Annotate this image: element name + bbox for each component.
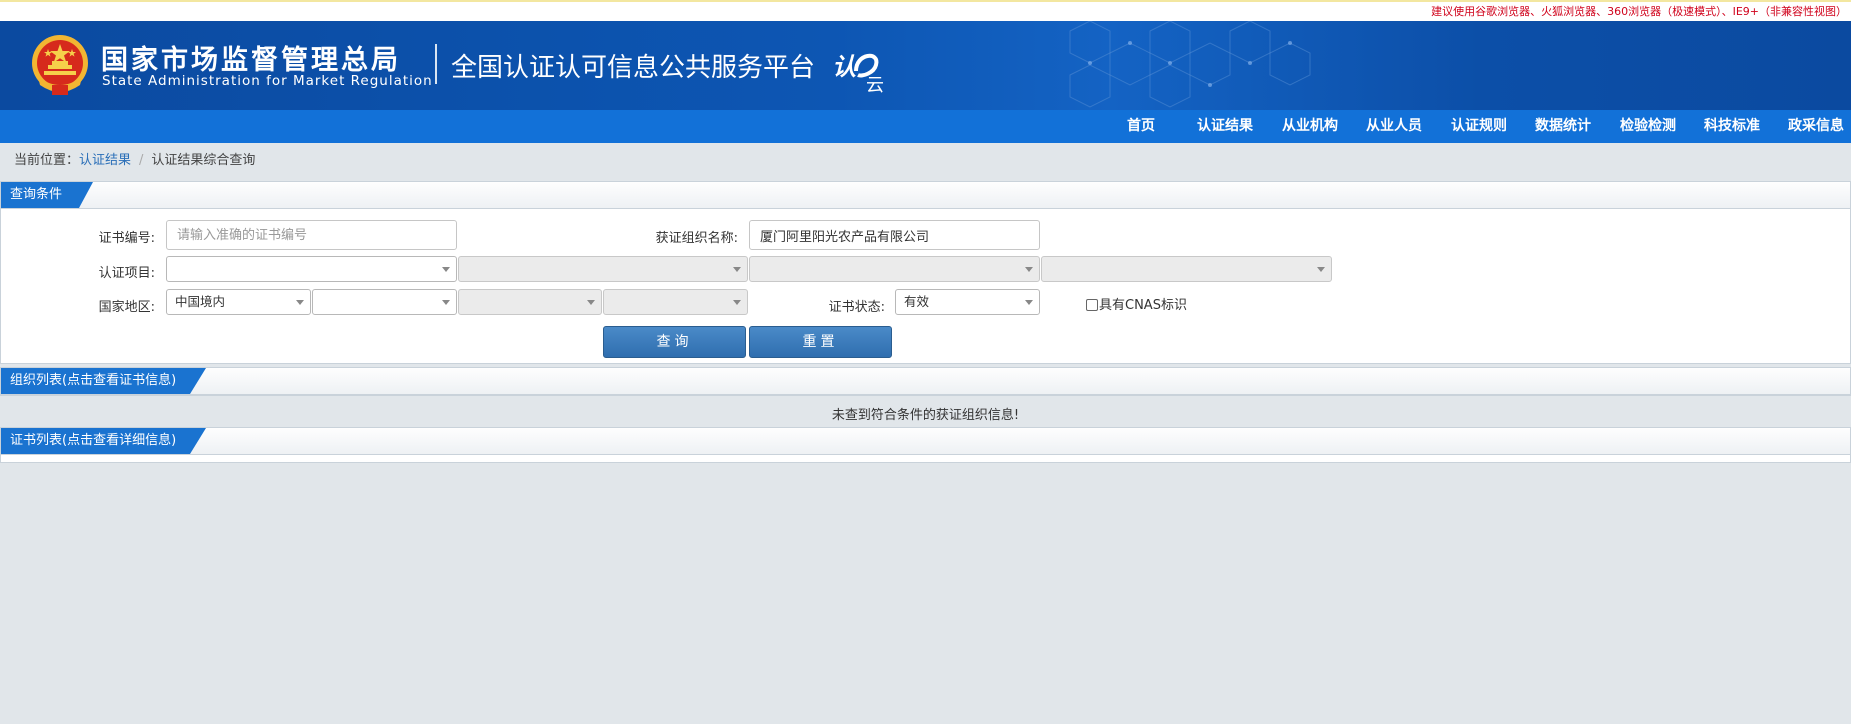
- dropdown-arrow-icon: [733, 300, 741, 305]
- org-list-panel-tab[interactable]: 组织列表(点击查看证书信息): [1, 368, 206, 394]
- main-nav: 首页 认证结果 从业机构 从业人员 认证规则 数据统计 检验检测 科技标准 政采…: [0, 110, 1851, 143]
- nav-item-inspection[interactable]: 检验检测: [1620, 110, 1676, 143]
- search-button[interactable]: 查询: [603, 326, 746, 358]
- breadcrumb-separator: /: [139, 153, 144, 168]
- cert-project-select-4[interactable]: [1041, 256, 1332, 282]
- hexagon-network-decoration: [1069, 21, 1311, 108]
- cert-project-select-1[interactable]: [166, 256, 457, 282]
- org-name-cn: 国家市场监督管理总局: [101, 45, 401, 76]
- cnas-checkbox-label: 具有CNAS标识: [1099, 298, 1187, 313]
- org-name-label: 获证组织名称:: [655, 231, 738, 246]
- region-select-country[interactable]: 中国境内: [166, 289, 311, 315]
- query-panel-tab: 查询条件: [1, 182, 93, 208]
- cert-status-label: 证书状态:: [828, 300, 885, 315]
- cert-list-panel-title: 证书列表(点击查看详细信息): [10, 433, 177, 448]
- cert-no-label: 证书编号:: [98, 231, 155, 246]
- cert-list-panel-header: 证书列表(点击查看详细信息): [1, 428, 1850, 455]
- cert-project-select-3[interactable]: [749, 256, 1040, 282]
- region-label: 国家地区:: [98, 300, 155, 315]
- platform-title: 全国认证认可信息公共服务平台: [451, 53, 816, 83]
- query-panel: 查询条件 证书编号: 获证组织名称: 认证项目: 国家地区: 中国境内 证书状态…: [0, 181, 1851, 364]
- org-name-en: State Administration for Market Regulati…: [102, 73, 433, 89]
- breadcrumb-prefix: 当前位置：: [14, 153, 80, 168]
- cert-no-input[interactable]: [166, 220, 457, 250]
- renyun-brand-logo: 认 云: [832, 53, 884, 93]
- browser-notice-text: 建议使用谷歌浏览器、火狐浏览器、360浏览器（极速模式）、IE9+（非兼容性视图…: [1431, 5, 1847, 18]
- cnas-checkbox[interactable]: 具有CNAS标识: [1086, 294, 1187, 313]
- cert-project-select-2[interactable]: [458, 256, 748, 282]
- query-panel-title: 查询条件: [10, 187, 63, 202]
- nav-item-tech-standards[interactable]: 科技标准: [1704, 110, 1760, 143]
- nav-item-cert-rules[interactable]: 认证规则: [1451, 110, 1507, 143]
- org-list-empty-message: 未查到符合条件的获证组织信息!: [831, 408, 1020, 423]
- cert-project-label: 认证项目:: [98, 266, 155, 281]
- dropdown-arrow-icon: [442, 267, 450, 272]
- org-list-panel-header: 组织列表(点击查看证书信息): [1, 368, 1850, 395]
- dropdown-arrow-icon: [1317, 267, 1325, 272]
- nav-item-institutions[interactable]: 从业机构: [1282, 110, 1338, 143]
- dropdown-arrow-icon: [733, 267, 741, 272]
- cert-status-select[interactable]: 有效: [895, 289, 1040, 315]
- org-list-panel-title: 组织列表(点击查看证书信息): [10, 373, 177, 388]
- nav-item-personnel[interactable]: 从业人员: [1366, 110, 1422, 143]
- dropdown-arrow-icon: [1025, 267, 1033, 272]
- region-select-city[interactable]: [458, 289, 602, 315]
- cert-list-panel: 证书列表(点击查看详细信息): [0, 427, 1851, 463]
- checkbox-box[interactable]: [1086, 298, 1098, 311]
- dropdown-arrow-icon: [1025, 300, 1033, 305]
- national-emblem-icon: [32, 35, 88, 95]
- nav-item-home[interactable]: 首页: [1127, 110, 1155, 143]
- region-select-district[interactable]: [603, 289, 748, 315]
- query-panel-header: 查询条件: [1, 182, 1850, 209]
- dropdown-arrow-icon: [442, 300, 450, 305]
- header-divider: [435, 44, 437, 84]
- svg-text:认: 认: [832, 53, 856, 81]
- dropdown-arrow-icon: [296, 300, 304, 305]
- breadcrumb-link-cert-results[interactable]: 认证结果: [79, 153, 131, 168]
- breadcrumb-current: 认证结果综合查询: [151, 153, 256, 168]
- site-header: 国家市场监督管理总局 State Administration for Mark…: [0, 21, 1851, 110]
- org-list-panel: 组织列表(点击查看证书信息): [0, 367, 1851, 396]
- region-select-province[interactable]: [312, 289, 457, 315]
- cert-list-panel-tab[interactable]: 证书列表(点击查看详细信息): [1, 428, 206, 454]
- breadcrumb: 当前位置：认证结果 / 认证结果综合查询: [14, 149, 255, 168]
- nav-item-statistics[interactable]: 数据统计: [1535, 110, 1591, 143]
- org-name-input[interactable]: [749, 220, 1040, 250]
- browser-notice-bar: 建议使用谷歌浏览器、火狐浏览器、360浏览器（极速模式）、IE9+（非兼容性视图…: [0, 2, 1851, 21]
- svg-text:云: 云: [866, 75, 884, 93]
- reset-button[interactable]: 重置: [749, 326, 892, 358]
- nav-item-procurement[interactable]: 政采信息: [1788, 110, 1844, 143]
- dropdown-arrow-icon: [587, 300, 595, 305]
- nav-item-cert-results[interactable]: 认证结果: [1197, 110, 1253, 143]
